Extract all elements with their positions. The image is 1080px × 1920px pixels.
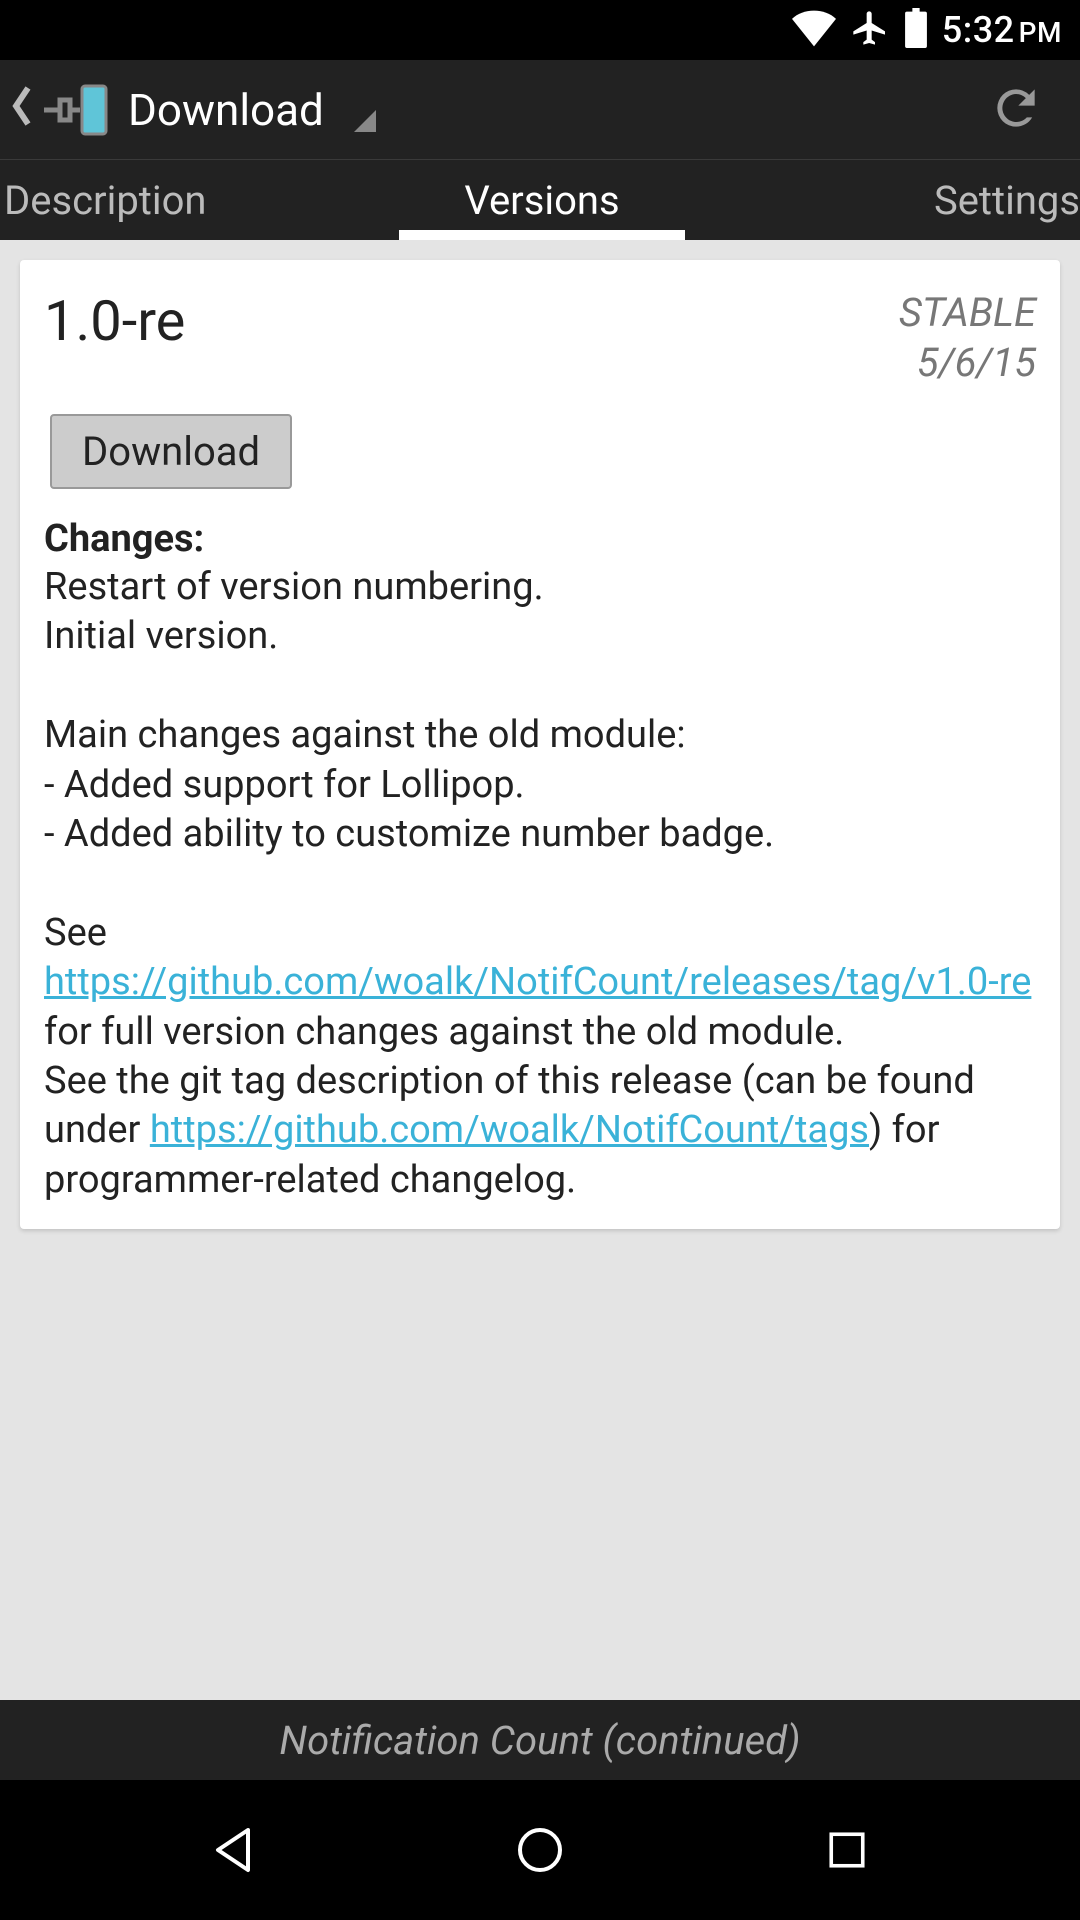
changes-line: - Added support for Lollipop. xyxy=(44,763,525,807)
wifi-icon xyxy=(792,9,836,51)
footer-label: Notification Count (continued) xyxy=(0,1700,1080,1780)
status-time-value: 5:32 xyxy=(942,9,1015,51)
changes-body: Restart of version numbering. Initial ve… xyxy=(44,563,1036,1205)
changes-line: Initial version. xyxy=(44,614,278,658)
tags-link[interactable]: https://github.com/woalk/NotifCount/tags xyxy=(150,1108,869,1152)
changes-heading: Changes: xyxy=(44,517,1036,561)
refresh-button[interactable] xyxy=(972,64,1060,156)
release-date: 5/6/15 xyxy=(899,338,1036,388)
tab-versions[interactable]: Versions xyxy=(363,160,722,240)
navigation-bar xyxy=(0,1780,1080,1920)
release-channel: STABLE xyxy=(899,288,1036,338)
status-time-ampm: PM xyxy=(1019,16,1062,49)
tab-label: Versions xyxy=(464,177,619,224)
release-meta: STABLE 5/6/15 xyxy=(899,288,1036,388)
changes-line: Restart of version numbering. xyxy=(44,565,544,609)
app-icon[interactable] xyxy=(40,75,110,145)
title-spinner[interactable]: Download xyxy=(128,84,376,136)
nav-recent-button[interactable] xyxy=(757,1800,937,1900)
tab-label: Description xyxy=(4,177,207,224)
release-link[interactable]: https://github.com/woalk/NotifCount/rele… xyxy=(44,960,1031,1004)
back-icon[interactable] xyxy=(10,86,40,133)
status-bar: 5:32PM xyxy=(0,0,1080,60)
changes-text: See xyxy=(44,911,107,955)
download-button[interactable]: Download xyxy=(50,414,292,489)
airplane-icon xyxy=(850,8,890,52)
status-time: 5:32PM xyxy=(942,9,1062,51)
battery-icon xyxy=(904,8,928,52)
changes-line: - Added ability to customize number badg… xyxy=(44,812,774,856)
tab-settings[interactable]: Settings xyxy=(721,160,1080,240)
version-card: 1.0-re STABLE 5/6/15 Download Changes: R… xyxy=(20,260,1060,1229)
footer-label-text: Notification Count (continued) xyxy=(279,1717,800,1764)
nav-back-button[interactable] xyxy=(143,1800,323,1900)
tab-bar: Description Versions Settings xyxy=(0,160,1080,240)
nav-home-button[interactable] xyxy=(450,1800,630,1900)
page-title: Download xyxy=(128,84,324,136)
spinner-dropdown-icon xyxy=(354,110,376,132)
action-bar: Download xyxy=(0,60,1080,160)
content-area: 1.0-re STABLE 5/6/15 Download Changes: R… xyxy=(0,240,1080,1780)
tab-label: Settings xyxy=(934,177,1080,224)
version-name: 1.0-re xyxy=(44,288,185,354)
changes-text: for full version changes against the old… xyxy=(44,1010,844,1054)
changes-line: Main changes against the old module: xyxy=(44,713,686,757)
tab-description[interactable]: Description xyxy=(0,160,363,240)
